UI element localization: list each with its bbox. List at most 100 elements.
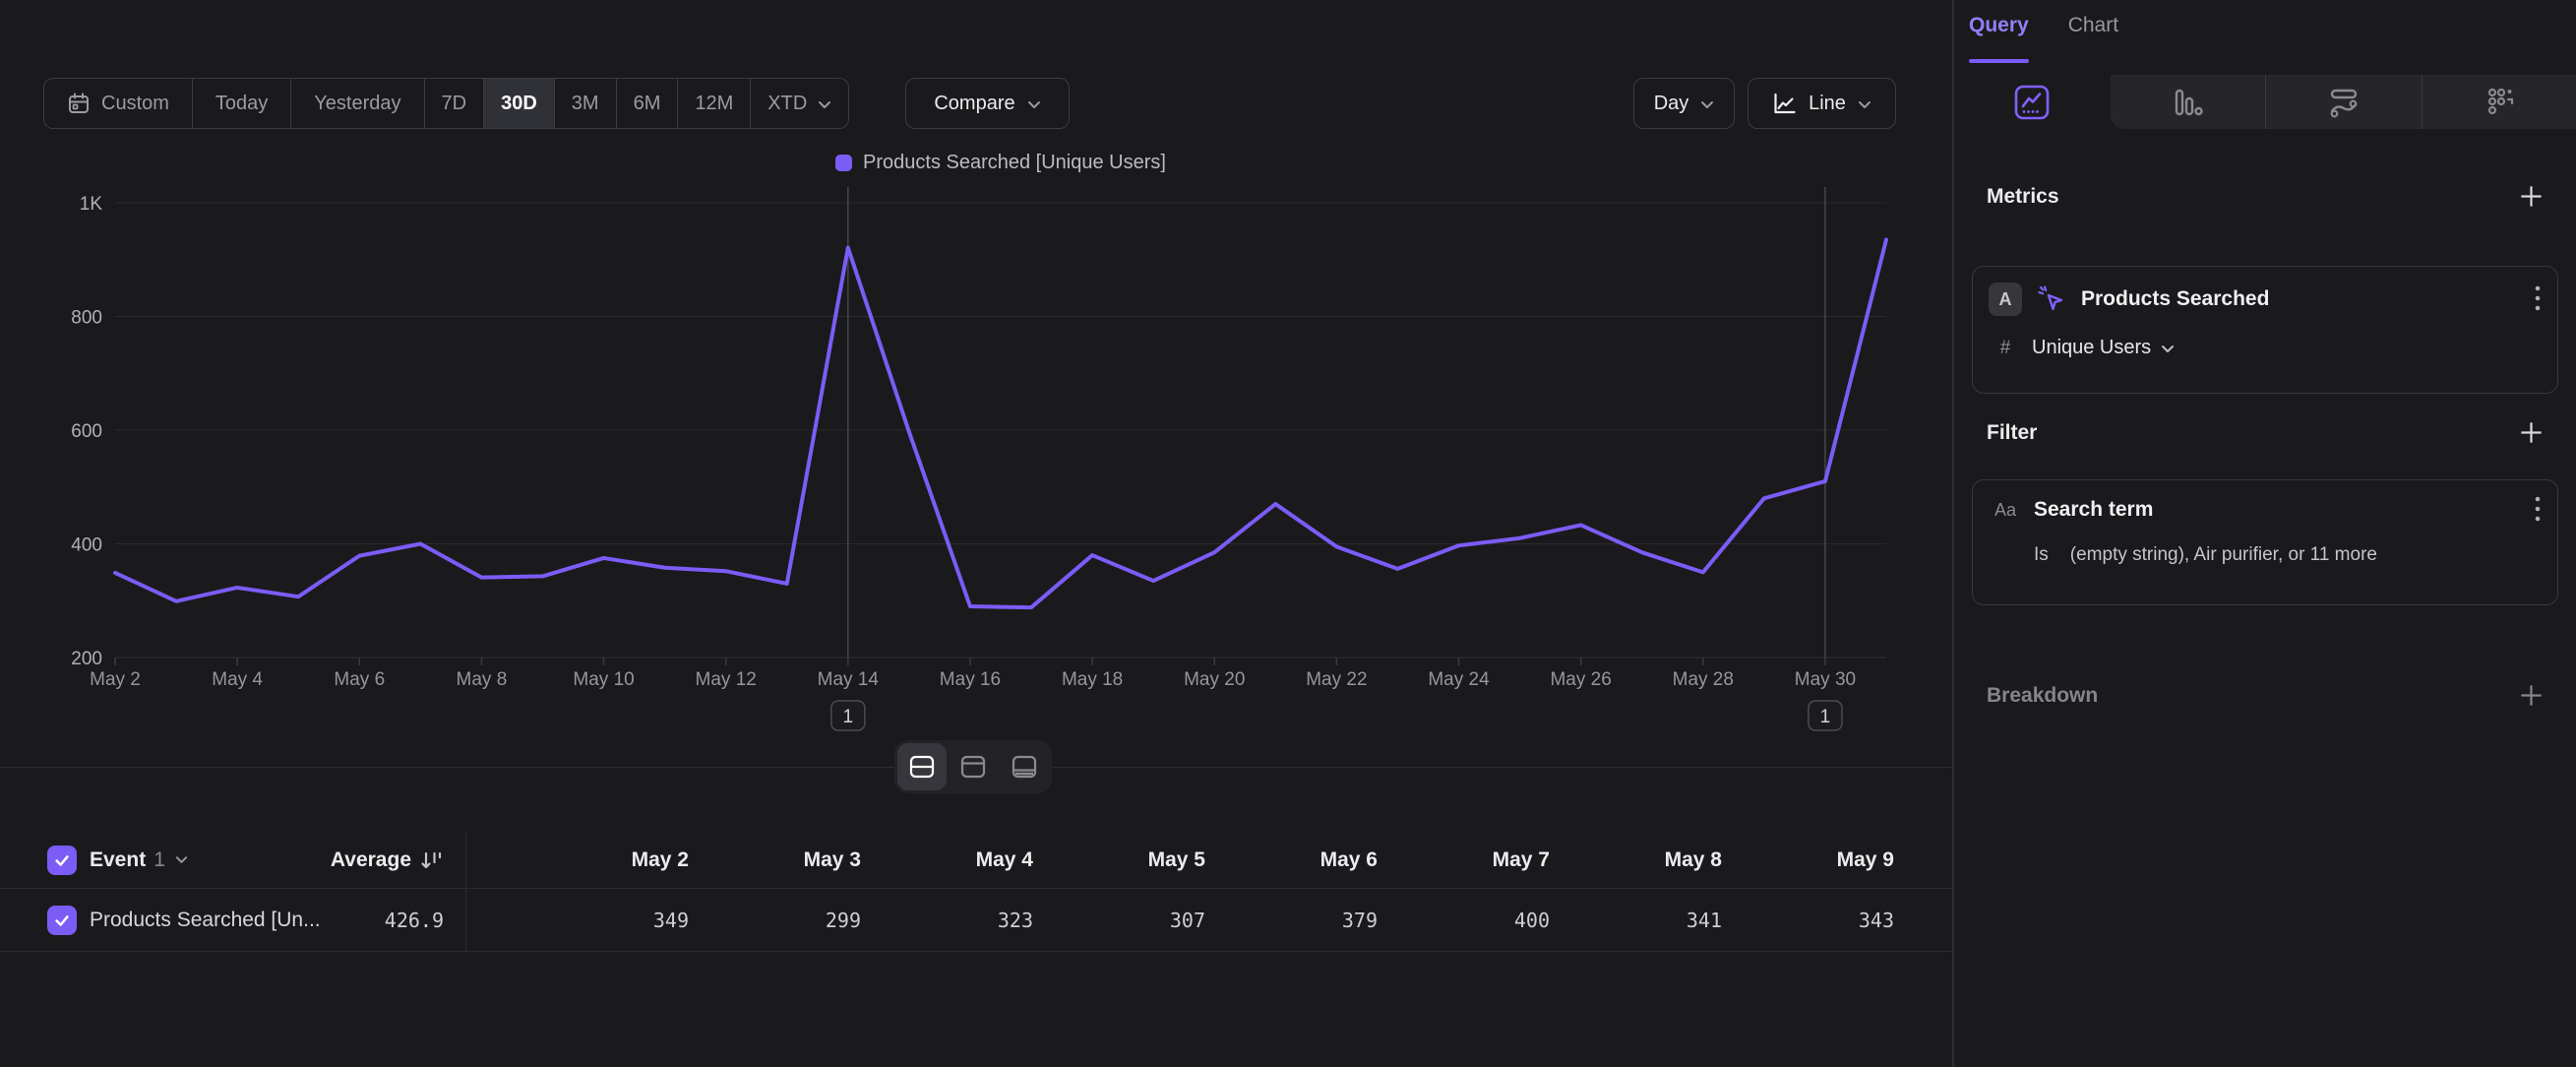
average-header-label[interactable]: Average bbox=[331, 848, 411, 872]
kebab-menu-icon[interactable] bbox=[2534, 495, 2542, 525]
series-line[interactable] bbox=[115, 240, 1886, 608]
column-header-label: May 6 bbox=[1320, 848, 1378, 872]
series-name: Products Searched [Un... bbox=[90, 909, 321, 932]
y-axis-label: 600 bbox=[71, 421, 102, 442]
column-header[interactable]: May 6 bbox=[1205, 832, 1378, 888]
table-date-values: 349 299 323 307379400341343 bbox=[466, 889, 1894, 951]
report-type-strip bbox=[1954, 75, 2576, 129]
x-axis-label: May 16 bbox=[940, 669, 1001, 690]
table-only-view-button[interactable] bbox=[1000, 743, 1049, 790]
add-filter-button[interactable] bbox=[2518, 419, 2545, 446]
y-axis-label: 800 bbox=[71, 308, 102, 329]
tab-query[interactable]: Query bbox=[1969, 14, 2029, 63]
tab-retention-grid[interactable] bbox=[2422, 75, 2576, 129]
filter-card[interactable]: Aa Search term Is (empty string), Air pu… bbox=[1972, 479, 2558, 605]
aggregation-label: Unique Users bbox=[2032, 337, 2151, 359]
column-header[interactable]: May 4 bbox=[861, 832, 1033, 888]
value-cell[interactable]: 323 bbox=[861, 889, 1033, 951]
filter-value[interactable]: (empty string), Air purifier, or 11 more bbox=[2070, 544, 2377, 566]
value-cell[interactable]: 400 bbox=[1378, 889, 1550, 951]
value-cell[interactable]: 307 bbox=[1033, 889, 1205, 951]
value-cell[interactable]: 299 bbox=[689, 889, 861, 951]
add-breakdown-button[interactable] bbox=[2518, 682, 2545, 709]
metrics-title: Metrics bbox=[1987, 185, 2059, 209]
table-row[interactable]: Products Searched [Un... 426.9 349 299 323… bbox=[0, 889, 1952, 952]
breakdown-title: Breakdown bbox=[1987, 684, 2098, 708]
column-header[interactable]: May 7 bbox=[1378, 832, 1550, 888]
chevron-down-icon bbox=[2161, 337, 2175, 359]
value-cell[interactable]: 341 bbox=[1550, 889, 1722, 951]
column-header-label: May 8 bbox=[1665, 848, 1722, 872]
line-chart[interactable]: 2004006008001KMay 2May 4May 6May 8May 10… bbox=[0, 0, 1952, 802]
column-header-label: May 5 bbox=[1148, 848, 1205, 872]
column-header[interactable]: May 8 bbox=[1550, 832, 1722, 888]
series-checkbox[interactable] bbox=[47, 906, 77, 935]
x-axis-label: May 30 bbox=[1795, 669, 1856, 690]
filter-property-name[interactable]: Search term bbox=[2034, 498, 2153, 522]
value-cell[interactable]: 343 bbox=[1722, 889, 1894, 951]
series-average-value: 426.9 bbox=[385, 909, 444, 932]
bar-chart-icon bbox=[2168, 83, 2207, 122]
metrics-section-header: Metrics bbox=[1987, 183, 2545, 210]
annotation-badge-label: 1 bbox=[843, 707, 854, 727]
event-count: 1 bbox=[153, 848, 165, 872]
value-cell[interactable]: 379 bbox=[1205, 889, 1378, 951]
split-view-button[interactable] bbox=[897, 743, 947, 790]
y-axis-label: 1K bbox=[80, 194, 103, 215]
column-header-label: May 4 bbox=[976, 848, 1033, 872]
column-header[interactable]: May 3 bbox=[689, 832, 861, 888]
x-axis-label: May 12 bbox=[696, 669, 757, 690]
cell-value: 307 bbox=[1170, 909, 1205, 932]
retention-grid-icon bbox=[2481, 83, 2520, 122]
table-row-left: Products Searched [Un... 426.9 bbox=[0, 889, 466, 951]
chevron-down-icon[interactable] bbox=[175, 851, 188, 869]
x-axis-label: May 20 bbox=[1184, 669, 1245, 690]
add-metric-button[interactable] bbox=[2518, 183, 2545, 210]
sort-descending-icon[interactable] bbox=[420, 849, 444, 871]
filter-section-header: Filter bbox=[1987, 419, 2545, 446]
x-axis-label: May 10 bbox=[573, 669, 634, 690]
table-date-headers: May 2 May 3 May 4 May 5 May 6 May 7 May 8May 9 bbox=[466, 832, 1894, 888]
layout-toggle-group bbox=[894, 740, 1052, 793]
value-cell[interactable]: 349 bbox=[466, 889, 689, 951]
select-all-checkbox[interactable] bbox=[47, 846, 77, 875]
x-axis-label: May 8 bbox=[457, 669, 508, 690]
metric-card[interactable]: A Products Searched # Unique Users bbox=[1972, 266, 2558, 394]
x-axis-label: May 24 bbox=[1428, 669, 1490, 690]
column-header[interactable]: May 2 bbox=[466, 832, 689, 888]
y-axis-label: 400 bbox=[71, 535, 102, 556]
column-header-label: May 7 bbox=[1493, 848, 1550, 872]
metric-letter-badge: A bbox=[1989, 282, 2022, 316]
breakdown-section-header: Breakdown bbox=[1987, 682, 2545, 709]
annotation-badge-label: 1 bbox=[1820, 707, 1831, 727]
filter-title: Filter bbox=[1987, 421, 2037, 445]
event-header-label: Event bbox=[90, 848, 146, 872]
kebab-menu-icon[interactable] bbox=[2534, 284, 2542, 314]
tab-insights-chart[interactable] bbox=[1954, 75, 2111, 129]
cell-value: 349 bbox=[653, 909, 689, 932]
x-axis-label: May 6 bbox=[334, 669, 385, 690]
x-axis-label: May 26 bbox=[1550, 669, 1611, 690]
x-axis-label: May 2 bbox=[90, 669, 141, 690]
cell-value: 299 bbox=[826, 909, 861, 932]
aggregation-selector[interactable]: Unique Users bbox=[2032, 337, 2175, 359]
tab-bar-chart[interactable] bbox=[2111, 75, 2266, 129]
insights-chart-icon bbox=[2011, 82, 2053, 123]
tab-flows[interactable] bbox=[2265, 75, 2422, 129]
table-header-left: Event 1 Average bbox=[0, 832, 466, 888]
x-axis-label: May 18 bbox=[1062, 669, 1123, 690]
filter-operator[interactable]: Is bbox=[2034, 544, 2049, 566]
column-header-label: May 3 bbox=[804, 848, 861, 872]
aggregation-symbol: # bbox=[1989, 338, 2022, 359]
analysis-area: CustomTodayYesterday7D30D3M6M12MXTD Comp… bbox=[0, 0, 1952, 1067]
column-header[interactable]: May 9 bbox=[1722, 832, 1894, 888]
chart-only-view-button[interactable] bbox=[949, 743, 998, 790]
column-header[interactable]: May 5 bbox=[1033, 832, 1205, 888]
cell-value: 323 bbox=[998, 909, 1033, 932]
x-axis-label: May 4 bbox=[212, 669, 263, 690]
string-property-icon: Aa bbox=[1989, 500, 2022, 521]
flows-icon bbox=[2324, 83, 2363, 122]
x-axis-label: May 22 bbox=[1306, 669, 1367, 690]
metric-name[interactable]: Products Searched bbox=[2081, 287, 2269, 311]
tab-chart[interactable]: Chart bbox=[2068, 14, 2118, 63]
